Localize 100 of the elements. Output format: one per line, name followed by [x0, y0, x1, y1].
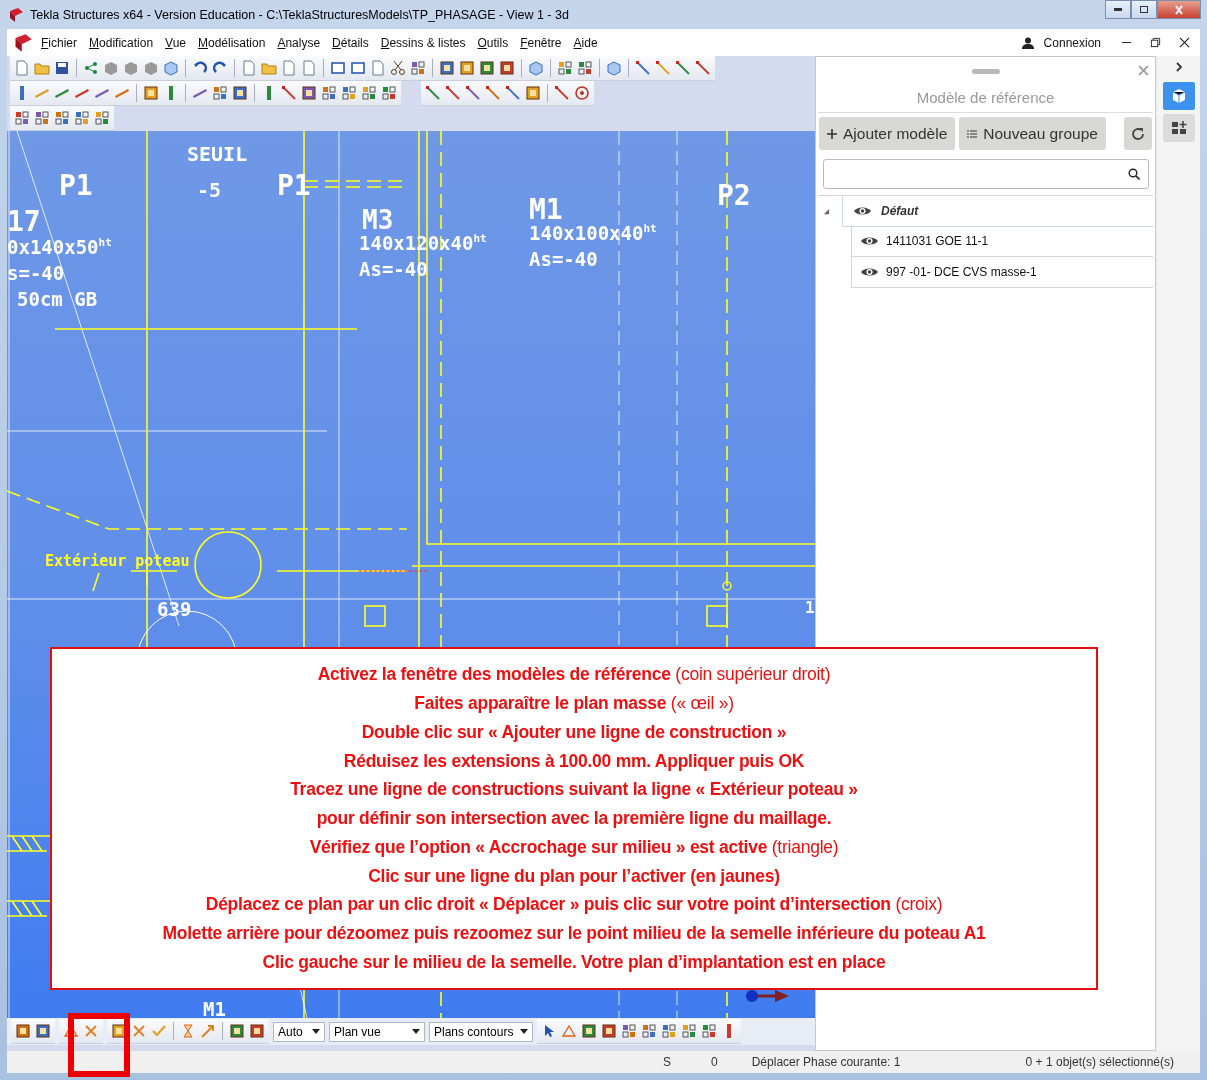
- page-icon[interactable]: [281, 60, 297, 76]
- window-icon[interactable]: [350, 60, 366, 76]
- cross-icon[interactable]: [83, 1023, 99, 1039]
- grid-icon[interactable]: [381, 85, 397, 101]
- scissors-icon[interactable]: [390, 60, 406, 76]
- line-icon[interactable]: [554, 85, 570, 101]
- line-icon[interactable]: [655, 60, 671, 76]
- square-icon[interactable]: [499, 60, 515, 76]
- square-icon[interactable]: [15, 1023, 31, 1039]
- share-icon[interactable]: [83, 60, 99, 76]
- grid-icon[interactable]: [14, 110, 30, 126]
- close-icon[interactable]: [1179, 37, 1190, 48]
- eye-icon[interactable]: [860, 235, 879, 247]
- square-icon[interactable]: [232, 85, 248, 101]
- redo-icon[interactable]: [212, 60, 228, 76]
- maximize-button[interactable]: [1131, 0, 1157, 19]
- eye-icon[interactable]: [860, 266, 879, 278]
- grid-icon[interactable]: [361, 85, 377, 101]
- square-icon[interactable]: [301, 85, 317, 101]
- view-dropdown[interactable]: Auto: [273, 1021, 325, 1042]
- cross-icon[interactable]: [131, 1023, 147, 1039]
- menu-item[interactable]: Analyse: [277, 35, 321, 50]
- grid-icon[interactable]: [341, 85, 357, 101]
- grid-icon[interactable]: [74, 110, 90, 126]
- expand-toggle-icon[interactable]: [823, 207, 830, 215]
- drag-handle[interactable]: [971, 68, 1000, 74]
- menu-item[interactable]: Outils: [477, 35, 509, 50]
- view-dropdown[interactable]: Plan vue: [329, 1021, 425, 1042]
- square-icon[interactable]: [479, 60, 495, 76]
- grid-icon[interactable]: [321, 85, 337, 101]
- square-icon[interactable]: [143, 85, 159, 101]
- triangle-icon[interactable]: [561, 1023, 577, 1039]
- grid-icon[interactable]: [661, 1023, 677, 1039]
- login-link[interactable]: Connexion: [1043, 35, 1101, 50]
- menu-item[interactable]: Dessins & listes: [380, 35, 466, 50]
- folder-icon[interactable]: [261, 60, 277, 76]
- cube-icon[interactable]: [528, 60, 544, 76]
- menu-item[interactable]: Modélisation: [198, 35, 266, 50]
- shape-icon[interactable]: [103, 60, 119, 76]
- undo-icon[interactable]: [192, 60, 208, 76]
- square-icon[interactable]: [459, 60, 475, 76]
- menu-item[interactable]: Modification: [89, 35, 154, 50]
- page-icon[interactable]: [241, 60, 257, 76]
- grid-icon[interactable]: [410, 60, 426, 76]
- line-icon[interactable]: [675, 60, 691, 76]
- view-dropdown[interactable]: Plans contours: [429, 1021, 533, 1042]
- line-icon[interactable]: [635, 60, 651, 76]
- refresh-button[interactable]: [1124, 117, 1153, 150]
- line-icon[interactable]: [425, 85, 441, 101]
- model-label[interactable]: 997 -01- DCE CVS masse-1: [886, 265, 1037, 279]
- shape-icon[interactable]: [123, 60, 139, 76]
- grid-icon[interactable]: [212, 85, 228, 101]
- page-icon[interactable]: [14, 60, 30, 76]
- square-icon[interactable]: [249, 1023, 265, 1039]
- line-icon[interactable]: [485, 85, 501, 101]
- hourglass-icon[interactable]: [180, 1023, 196, 1039]
- grid-icon[interactable]: [34, 110, 50, 126]
- model-label[interactable]: 1411031 GOE 11-1: [886, 234, 989, 248]
- cube-icon[interactable]: [606, 60, 622, 76]
- close-button[interactable]: [1157, 0, 1201, 19]
- save-icon[interactable]: [54, 60, 70, 76]
- square-icon[interactable]: [439, 60, 455, 76]
- restore-icon[interactable]: [1150, 37, 1161, 48]
- square-icon[interactable]: [35, 1023, 51, 1039]
- square-icon[interactable]: [111, 1023, 127, 1039]
- square-icon[interactable]: [581, 1023, 597, 1039]
- menu-item[interactable]: Vue: [165, 35, 186, 50]
- menu-item[interactable]: Détails: [332, 35, 369, 50]
- page-icon[interactable]: [370, 60, 386, 76]
- grid-icon[interactable]: [621, 1023, 637, 1039]
- check-icon[interactable]: [151, 1023, 167, 1039]
- menu-item[interactable]: Fenêtre: [520, 35, 562, 50]
- square-icon[interactable]: [525, 85, 541, 101]
- minimize-button[interactable]: [1105, 0, 1131, 19]
- eye-icon[interactable]: [853, 204, 872, 217]
- search-field[interactable]: [823, 159, 1150, 189]
- page-icon[interactable]: [301, 60, 317, 76]
- line-icon[interactable]: [465, 85, 481, 101]
- square-icon[interactable]: [601, 1023, 617, 1039]
- line-icon[interactable]: [695, 60, 711, 76]
- menu-item[interactable]: Aide: [573, 35, 598, 50]
- circle-icon[interactable]: [574, 85, 590, 101]
- menu-item[interactable]: Fichier: [41, 35, 78, 50]
- line-icon[interactable]: [281, 85, 297, 101]
- grid-icon[interactable]: [54, 110, 70, 126]
- chevron-right-icon[interactable]: [1174, 62, 1185, 72]
- grid-icon[interactable]: [701, 1023, 717, 1039]
- grid-icon[interactable]: [557, 60, 573, 76]
- group-label[interactable]: Défaut: [881, 203, 919, 218]
- cube-icon[interactable]: [163, 60, 179, 76]
- new-group-button[interactable]: Nouveau groupe: [959, 117, 1106, 150]
- grid-icon[interactable]: [94, 110, 110, 126]
- shape-icon[interactable]: [143, 60, 159, 76]
- square-icon[interactable]: [229, 1023, 245, 1039]
- add-model-button[interactable]: Ajouter modèle: [819, 117, 956, 150]
- arrow-icon[interactable]: [200, 1023, 216, 1039]
- grid-icon[interactable]: [577, 60, 593, 76]
- line-icon[interactable]: [445, 85, 461, 101]
- grid-tab[interactable]: [1163, 114, 1196, 142]
- line-icon[interactable]: [505, 85, 521, 101]
